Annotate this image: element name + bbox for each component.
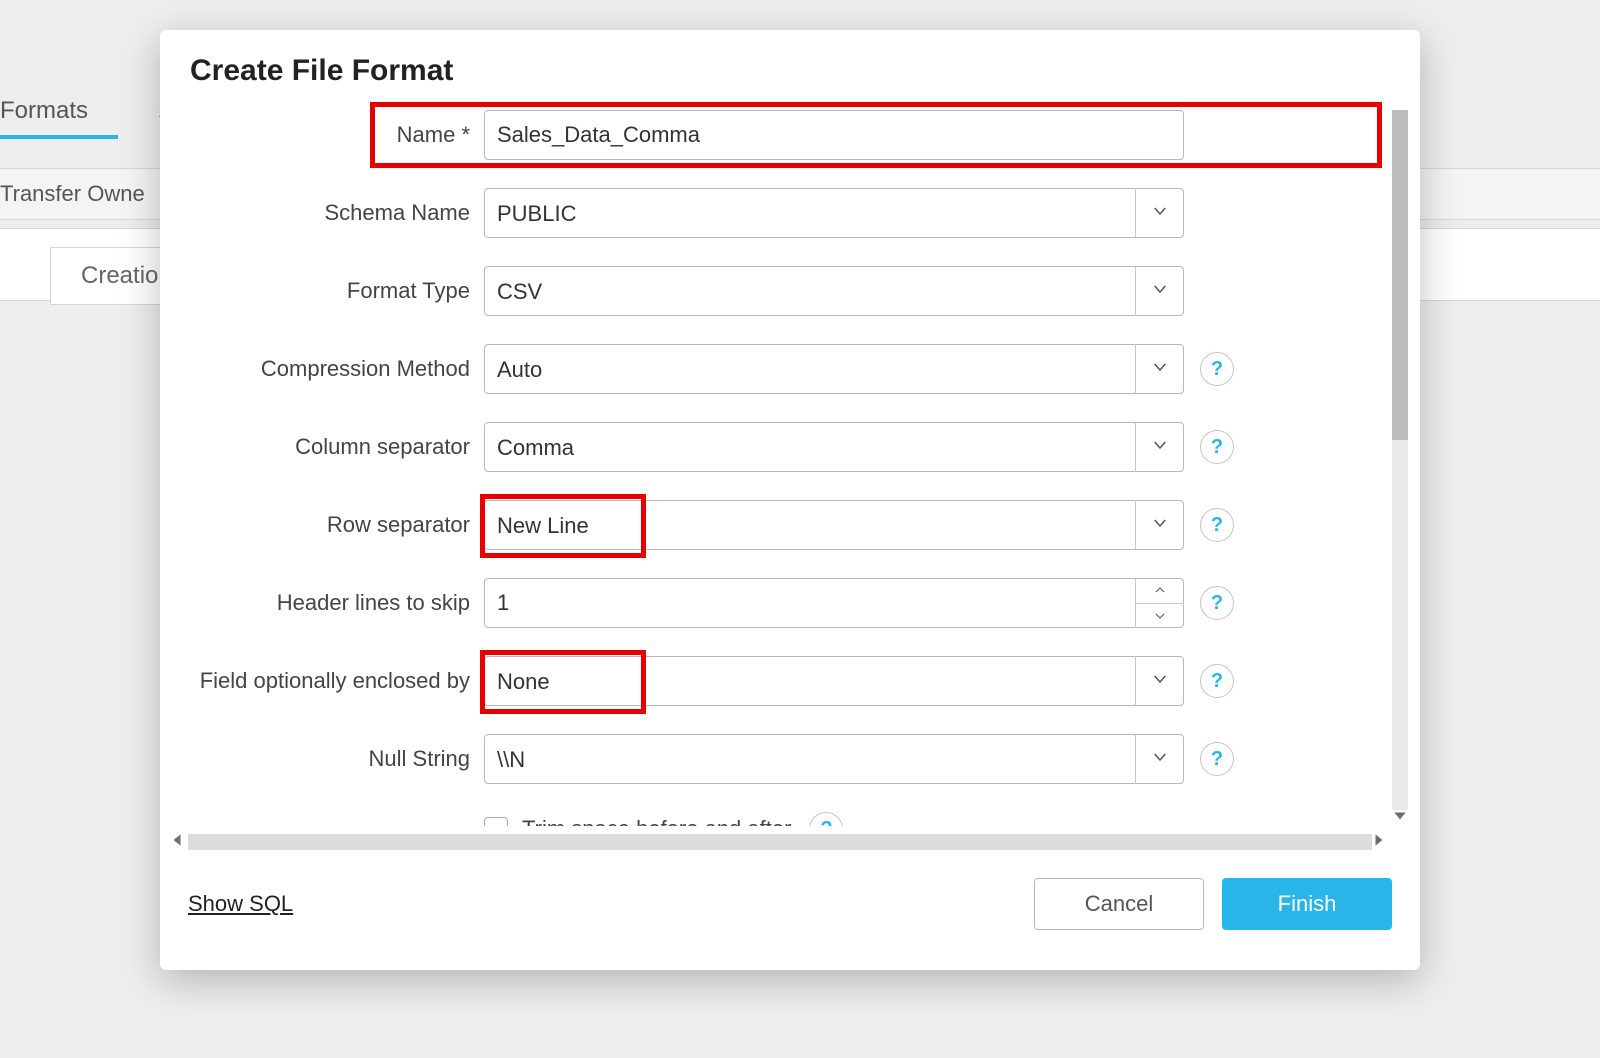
background-tabs: Formats S: [0, 85, 174, 140]
header-skip-input[interactable]: [484, 578, 1184, 628]
horizontal-scrollbar-left-button[interactable]: [166, 831, 188, 853]
trim-space-checkbox[interactable]: [484, 817, 508, 826]
null-string-dropdown-button[interactable]: [1135, 734, 1184, 784]
triangle-left-icon: [172, 833, 182, 852]
row-separator-select[interactable]: New Line: [484, 500, 1184, 550]
modal-footer: Show SQL Cancel Finish: [160, 860, 1420, 970]
row-enclosed-by: Field optionally enclosed by None ?: [160, 656, 1382, 706]
schema-dropdown-button[interactable]: [1135, 188, 1184, 238]
chevron-down-icon: [1151, 436, 1169, 459]
header-skip-increment[interactable]: [1136, 578, 1184, 603]
trim-space-help-button[interactable]: ?: [809, 812, 843, 826]
null-string-help-button[interactable]: ?: [1200, 742, 1234, 776]
row-row-separator: Row separator New Line ?: [160, 500, 1382, 550]
label-schema: Schema Name: [160, 200, 484, 226]
transfer-owner-text: Transfer Owne: [0, 181, 145, 207]
tab-formats[interactable]: Formats: [0, 87, 118, 139]
form-scroll-area: Name * Schema Name PUBLIC Format Type: [160, 100, 1382, 826]
triangle-right-icon: [1374, 833, 1384, 852]
format-type-select[interactable]: CSV: [484, 266, 1184, 316]
chevron-down-icon: [1151, 202, 1169, 225]
enclosed-by-dropdown-button[interactable]: [1135, 656, 1184, 706]
row-schema: Schema Name PUBLIC: [160, 188, 1382, 238]
label-trim-space: Trim space before and after: [522, 816, 791, 826]
chevron-up-icon: [1154, 581, 1166, 599]
cancel-button[interactable]: Cancel: [1034, 878, 1204, 930]
create-file-format-modal: Create File Format Name * Schema Name PU…: [160, 30, 1420, 970]
null-string-select[interactable]: \\N: [484, 734, 1184, 784]
label-row-separator: Row separator: [160, 512, 484, 538]
modal-title: Create File Format: [160, 30, 1420, 100]
column-separator-help-button[interactable]: ?: [1200, 430, 1234, 464]
label-format-type: Format Type: [160, 278, 484, 304]
triangle-down-icon: [1393, 808, 1407, 826]
vertical-scrollbar-down-button[interactable]: [1389, 806, 1411, 828]
label-compression: Compression Method: [160, 356, 484, 382]
row-column-separator: Column separator Comma ?: [160, 422, 1382, 472]
header-skip-help-button[interactable]: ?: [1200, 586, 1234, 620]
label-header-skip: Header lines to skip: [160, 590, 484, 616]
horizontal-scrollbar-track[interactable]: [188, 834, 1372, 850]
horizontal-scrollbar-right-button[interactable]: [1368, 831, 1390, 853]
label-name: Name *: [160, 122, 484, 148]
row-format-type: Format Type CSV: [160, 266, 1382, 316]
label-column-separator: Column separator: [160, 434, 484, 460]
row-separator-help-button[interactable]: ?: [1200, 508, 1234, 542]
compression-select[interactable]: Auto: [484, 344, 1184, 394]
chevron-down-icon: [1151, 670, 1169, 693]
column-separator-select[interactable]: Comma: [484, 422, 1184, 472]
finish-button[interactable]: Finish: [1222, 878, 1392, 930]
show-sql-link[interactable]: Show SQL: [188, 891, 293, 917]
header-skip-spinner: [1135, 578, 1184, 628]
row-name: Name *: [160, 110, 1382, 160]
chevron-down-icon: [1151, 514, 1169, 537]
label-null-string: Null String: [160, 746, 484, 772]
name-input[interactable]: [484, 110, 1184, 160]
schema-select[interactable]: PUBLIC: [484, 188, 1184, 238]
modal-body: Name * Schema Name PUBLIC Format Type: [160, 100, 1420, 860]
enclosed-by-select[interactable]: None: [484, 656, 1184, 706]
row-header-skip: Header lines to skip ?: [160, 578, 1382, 628]
chevron-down-icon: [1154, 607, 1166, 625]
row-compression: Compression Method Auto ?: [160, 344, 1382, 394]
column-separator-dropdown-button[interactable]: [1135, 422, 1184, 472]
row-trim-space: Trim space before and after ?: [484, 812, 1382, 826]
chevron-down-icon: [1151, 358, 1169, 381]
row-separator-dropdown-button[interactable]: [1135, 500, 1184, 550]
format-type-dropdown-button[interactable]: [1135, 266, 1184, 316]
enclosed-by-help-button[interactable]: ?: [1200, 664, 1234, 698]
row-null-string: Null String \\N ?: [160, 734, 1382, 784]
label-enclosed-by: Field optionally enclosed by: [160, 668, 484, 694]
compression-help-button[interactable]: ?: [1200, 352, 1234, 386]
vertical-scrollbar-thumb[interactable]: [1392, 110, 1408, 440]
chevron-down-icon: [1151, 280, 1169, 303]
header-skip-decrement[interactable]: [1136, 603, 1184, 629]
compression-dropdown-button[interactable]: [1135, 344, 1184, 394]
chevron-down-icon: [1151, 748, 1169, 771]
vertical-scrollbar-track[interactable]: [1392, 110, 1408, 810]
